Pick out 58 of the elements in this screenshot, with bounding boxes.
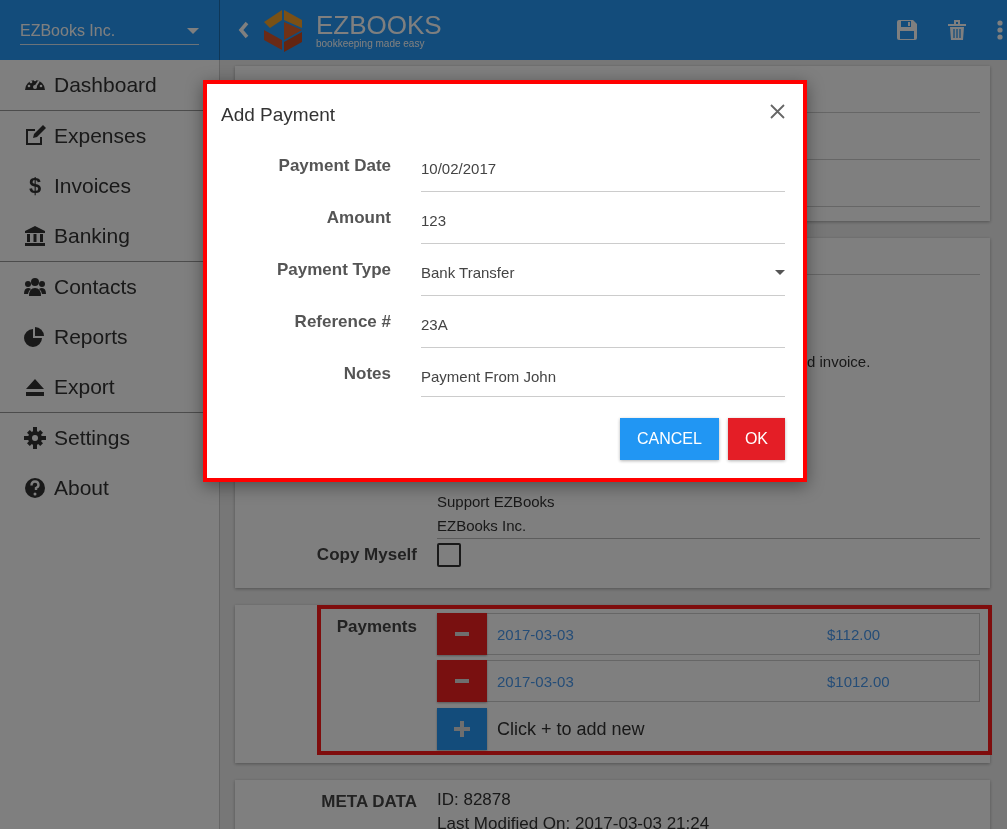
sidebar-item[interactable]: Settings: [0, 413, 219, 463]
recipient-text: EZBooks Inc.: [437, 514, 980, 539]
sidebar-item[interactable]: Dashboard: [0, 60, 219, 110]
sidebar-item[interactable]: About: [0, 463, 219, 513]
more-icon[interactable]: [997, 20, 1003, 40]
add-button[interactable]: [437, 708, 487, 750]
logo-wordmark: EZBOOKS: [316, 11, 442, 38]
save-icon[interactable]: [897, 20, 917, 40]
pie-chart-icon: [24, 326, 46, 348]
back-icon[interactable]: [238, 21, 250, 39]
settings-icon: [24, 427, 46, 449]
sidebar-item[interactable]: Reports: [0, 312, 219, 362]
ok-button[interactable]: OK: [727, 418, 785, 460]
input-field[interactable]: 123: [421, 198, 785, 244]
logo-tagline: bookkeeping made easy: [316, 38, 426, 49]
field-label: Amount: [325, 208, 391, 228]
plus-icon: [454, 721, 470, 737]
caret-icon: [775, 270, 785, 275]
input-field[interactable]: 23A: [421, 302, 785, 348]
sidebar-item[interactable]: Expenses: [0, 111, 219, 161]
bank-icon: [24, 225, 46, 247]
field-label: Payment Type: [276, 260, 391, 280]
payment-date-link[interactable]: 2017-03-03: [497, 625, 827, 643]
field-label: Notes: [342, 364, 391, 384]
dialog-title: Add Payment: [221, 104, 336, 126]
input-field[interactable]: Payment From John: [421, 357, 785, 397]
company-select[interactable]: EZBooks Inc.: [20, 15, 199, 45]
people-icon: [24, 276, 46, 298]
trash-icon[interactable]: [947, 19, 967, 41]
field-label: Payment Date: [277, 156, 391, 176]
add-hint: Click + to add new: [497, 718, 645, 740]
payment-date-link[interactable]: 2017-03-03: [497, 672, 827, 690]
body-text: d invoice.: [807, 353, 872, 370]
help-icon: [24, 477, 46, 499]
sidebar-item[interactable]: Banking: [0, 211, 219, 261]
field-label: Reference #: [293, 312, 391, 332]
section-label: META DATA: [320, 791, 417, 812]
cancel-button[interactable]: CANCEL: [619, 418, 719, 460]
recipient-text: Support EZBooks: [437, 492, 556, 512]
payment-amount-link[interactable]: $112.00: [827, 625, 881, 643]
select-field[interactable]: Bank Transfer: [421, 250, 785, 296]
field-label: Copy Myself: [315, 545, 417, 565]
sidebar-item[interactable]: Export: [0, 362, 219, 412]
field-label: Payments: [335, 616, 417, 637]
close-icon[interactable]: [770, 103, 785, 119]
checkbox[interactable]: [437, 543, 461, 567]
edit-icon: [24, 125, 46, 147]
input-field[interactable]: 10/02/2017: [421, 146, 785, 192]
caret-icon: [187, 27, 199, 34]
meta-text: ID: 82878: [437, 789, 512, 811]
payment-amount-link[interactable]: $1012.00: [827, 672, 890, 690]
remove-button[interactable]: [437, 660, 487, 702]
dollar-icon: $: [24, 173, 46, 199]
sidebar-item[interactable]: Contacts: [0, 262, 219, 312]
minus-icon: [455, 679, 469, 683]
meta-text: Last Modified On: 2017-03-03 21:24: [437, 813, 710, 829]
minus-icon: [455, 632, 469, 636]
remove-button[interactable]: [437, 613, 487, 655]
